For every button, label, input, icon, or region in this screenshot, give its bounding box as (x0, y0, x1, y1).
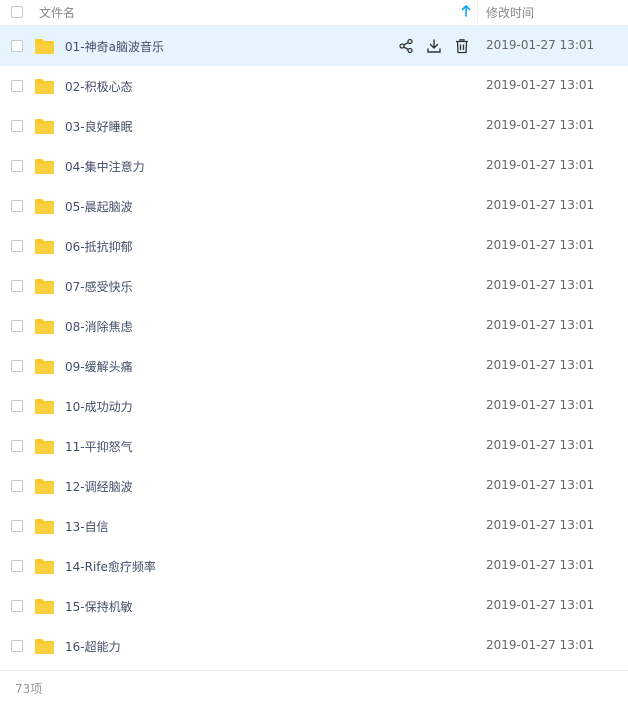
folder-icon (35, 239, 54, 254)
file-row[interactable]: 12-调经脑波 2019-01-27 13:01 (0, 466, 628, 506)
file-name[interactable]: 14-Rife愈疗频率 (65, 558, 156, 575)
folder-icon (35, 279, 54, 294)
row-checkbox[interactable] (11, 520, 23, 532)
item-count: 73项 (15, 682, 43, 696)
row-checkbox[interactable] (11, 640, 23, 652)
file-row[interactable]: 11-平抑怒气 2019-01-27 13:01 (0, 426, 628, 466)
file-modified-time: 2019-01-27 13:01 (486, 238, 595, 252)
folder-icon (35, 319, 54, 334)
row-checkbox[interactable] (11, 560, 23, 572)
row-checkbox[interactable] (11, 360, 23, 372)
delete-icon[interactable] (454, 38, 470, 54)
folder-icon (35, 439, 54, 454)
arrow-up-icon[interactable] (461, 5, 471, 17)
file-name[interactable]: 03-良好睡眠 (65, 118, 133, 135)
file-list: 01-神奇a脑波音乐 2019-01-27 13:01 02-积极心态 2019… (0, 26, 628, 666)
folder-icon (35, 399, 54, 414)
row-checkbox[interactable] (11, 120, 23, 132)
folder-icon (35, 519, 54, 534)
file-modified-time: 2019-01-27 13:01 (486, 118, 595, 132)
file-row[interactable]: 13-自信 2019-01-27 13:01 (0, 506, 628, 546)
file-row[interactable]: 01-神奇a脑波音乐 2019-01-27 13:01 (0, 26, 628, 66)
file-modified-time: 2019-01-27 13:01 (486, 158, 595, 172)
select-all-checkbox[interactable] (11, 6, 23, 18)
folder-icon (35, 79, 54, 94)
file-modified-time: 2019-01-27 13:01 (486, 438, 595, 452)
file-name[interactable]: 12-调经脑波 (65, 478, 133, 495)
row-checkbox[interactable] (11, 80, 23, 92)
file-name[interactable]: 02-积极心态 (65, 78, 133, 95)
row-checkbox[interactable] (11, 40, 23, 52)
file-row[interactable]: 15-保持机敏 2019-01-27 13:01 (0, 586, 628, 626)
folder-icon (35, 39, 54, 54)
file-list-footer: 73项 (0, 670, 628, 701)
file-name[interactable]: 11-平抑怒气 (65, 438, 133, 455)
file-name[interactable]: 04-集中注意力 (65, 158, 145, 175)
file-row[interactable]: 04-集中注意力 2019-01-27 13:01 (0, 146, 628, 186)
file-modified-time: 2019-01-27 13:01 (486, 358, 595, 372)
folder-icon (35, 639, 54, 654)
file-row[interactable]: 16-超能力 2019-01-27 13:01 (0, 626, 628, 666)
file-modified-time: 2019-01-27 13:01 (486, 518, 595, 532)
file-name[interactable]: 09-缓解头痛 (65, 358, 133, 375)
file-modified-time: 2019-01-27 13:01 (486, 78, 595, 92)
row-checkbox[interactable] (11, 440, 23, 452)
file-name[interactable]: 13-自信 (65, 518, 109, 535)
folder-icon (35, 599, 54, 614)
column-header-name[interactable]: 文件名 (39, 4, 75, 21)
column-divider (477, 0, 478, 25)
folder-icon (35, 359, 54, 374)
file-row[interactable]: 08-消除焦虑 2019-01-27 13:01 (0, 306, 628, 346)
file-modified-time: 2019-01-27 13:01 (486, 278, 595, 292)
row-checkbox[interactable] (11, 600, 23, 612)
file-list-header: 文件名 修改时间 (0, 0, 628, 26)
file-name[interactable]: 16-超能力 (65, 638, 121, 655)
file-row[interactable]: 09-缓解头痛 2019-01-27 13:01 (0, 346, 628, 386)
file-name[interactable]: 07-感受快乐 (65, 278, 133, 295)
file-row[interactable]: 06-抵抗抑郁 2019-01-27 13:01 (0, 226, 628, 266)
file-row[interactable]: 05-晨起脑波 2019-01-27 13:01 (0, 186, 628, 226)
column-header-time[interactable]: 修改时间 (486, 4, 534, 21)
row-checkbox[interactable] (11, 240, 23, 252)
file-modified-time: 2019-01-27 13:01 (486, 318, 595, 332)
file-row[interactable]: 03-良好睡眠 2019-01-27 13:01 (0, 106, 628, 146)
row-checkbox[interactable] (11, 160, 23, 172)
file-name[interactable]: 10-成功动力 (65, 398, 133, 415)
file-modified-time: 2019-01-27 13:01 (486, 478, 595, 492)
file-modified-time: 2019-01-27 13:01 (486, 638, 595, 652)
folder-icon (35, 559, 54, 574)
download-icon[interactable] (426, 38, 442, 54)
row-checkbox[interactable] (11, 320, 23, 332)
file-row[interactable]: 02-积极心态 2019-01-27 13:01 (0, 66, 628, 106)
row-checkbox[interactable] (11, 480, 23, 492)
file-row[interactable]: 07-感受快乐 2019-01-27 13:01 (0, 266, 628, 306)
file-name[interactable]: 08-消除焦虑 (65, 318, 133, 335)
share-icon[interactable] (398, 38, 414, 54)
folder-icon (35, 479, 54, 494)
file-modified-time: 2019-01-27 13:01 (486, 198, 595, 212)
file-modified-time: 2019-01-27 13:01 (486, 558, 595, 572)
row-checkbox[interactable] (11, 200, 23, 212)
file-modified-time: 2019-01-27 13:01 (486, 598, 595, 612)
row-checkbox[interactable] (11, 280, 23, 292)
file-name[interactable]: 15-保持机敏 (65, 598, 133, 615)
folder-icon (35, 199, 54, 214)
file-modified-time: 2019-01-27 13:01 (486, 398, 595, 412)
file-modified-time: 2019-01-27 13:01 (486, 38, 595, 52)
folder-icon (35, 159, 54, 174)
file-name[interactable]: 06-抵抗抑郁 (65, 238, 133, 255)
folder-icon (35, 119, 54, 134)
file-name[interactable]: 05-晨起脑波 (65, 198, 133, 215)
file-row[interactable]: 10-成功动力 2019-01-27 13:01 (0, 386, 628, 426)
file-row[interactable]: 14-Rife愈疗频率 2019-01-27 13:01 (0, 546, 628, 586)
row-checkbox[interactable] (11, 400, 23, 412)
file-name[interactable]: 01-神奇a脑波音乐 (65, 38, 164, 55)
